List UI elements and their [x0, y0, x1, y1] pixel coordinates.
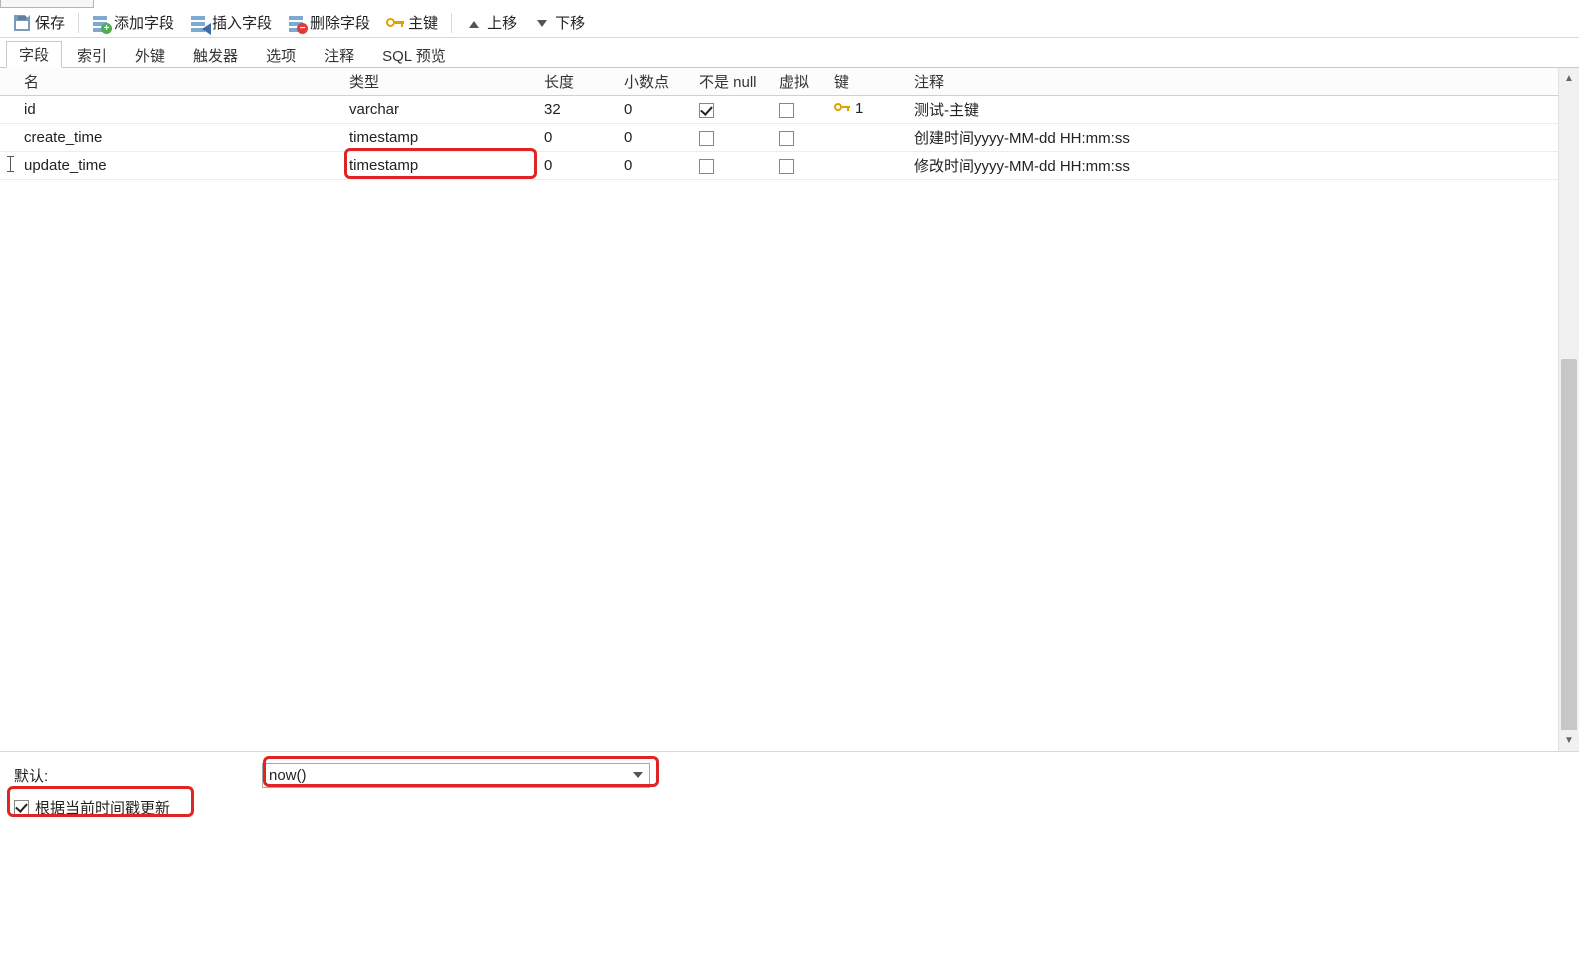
delete-field-label: 删除字段	[310, 12, 370, 33]
grid-header-row[interactable]: 名 类型 长度 小数点 不是 null 虚拟 键 注释	[0, 68, 1558, 96]
tab-indexes[interactable]: 索引	[64, 41, 120, 68]
col-comment[interactable]: 注释	[908, 68, 1558, 96]
object-tab-stub[interactable]	[0, 0, 94, 8]
cell-decimal[interactable]: 0	[618, 96, 693, 124]
key-icon	[386, 14, 404, 32]
key-icon	[834, 101, 852, 115]
virtual-checkbox[interactable]	[779, 131, 794, 146]
table-row[interactable]: idvarchar320 1 测试-主键	[0, 96, 1558, 124]
cell-length[interactable]: 32	[538, 96, 618, 124]
insert-field-label: 插入字段	[212, 12, 272, 33]
tab-comment[interactable]: 注释	[311, 41, 367, 68]
cell-comment[interactable]: 创建时间yyyy-MM-dd HH:mm:ss	[908, 124, 1558, 152]
cell-comment[interactable]: 修改时间yyyy-MM-dd HH:mm:ss	[908, 152, 1558, 180]
primary-key-indicator: 1	[834, 100, 863, 117]
cell-type[interactable]: timestamp	[343, 152, 538, 180]
edit-cursor-icon	[6, 156, 16, 172]
scroll-down-button[interactable]: ▼	[1559, 730, 1579, 751]
not-null-checkbox[interactable]	[699, 131, 714, 146]
not-null-checkbox[interactable]	[699, 103, 714, 118]
fields-grid[interactable]: 名 类型 长度 小数点 不是 null 虚拟 键 注释 idvarchar320…	[0, 68, 1558, 751]
add-field-icon: +	[92, 14, 110, 32]
add-field-button[interactable]: + 添加字段	[85, 10, 181, 36]
tab-sql-preview[interactable]: SQL 预览	[369, 41, 459, 68]
scroll-thumb[interactable]	[1561, 359, 1577, 759]
col-decimal[interactable]: 小数点	[618, 68, 693, 96]
designer-tabs: 字段 索引 外键 触发器 选项 注释 SQL 预览	[0, 38, 1579, 68]
move-down-button[interactable]: 下移	[526, 10, 592, 36]
col-key[interactable]: 键	[828, 68, 908, 96]
on-update-timestamp-checkbox[interactable]	[14, 800, 29, 815]
default-value-combo[interactable]: now()	[262, 763, 650, 788]
cell-name[interactable]: update_time	[18, 152, 343, 180]
default-value-text: now()	[269, 767, 307, 784]
scroll-up-button[interactable]: ▲	[1559, 68, 1579, 89]
not-null-checkbox[interactable]	[699, 159, 714, 174]
tab-options[interactable]: 选项	[253, 41, 309, 68]
vertical-scrollbar[interactable]: ▲ ▼	[1558, 68, 1579, 751]
on-update-timestamp-label: 根据当前时间戳更新	[35, 797, 170, 818]
col-length[interactable]: 长度	[538, 68, 618, 96]
table-row[interactable]: update_timetimestamp00修改时间yyyy-MM-dd HH:…	[0, 152, 1558, 180]
cell-length[interactable]: 0	[538, 124, 618, 152]
save-icon	[13, 14, 31, 32]
arrow-up-icon	[465, 14, 483, 32]
cell-type[interactable]: timestamp	[343, 124, 538, 152]
col-notnull[interactable]: 不是 null	[693, 68, 773, 96]
move-down-label: 下移	[555, 12, 585, 33]
col-virtual[interactable]: 虚拟	[773, 68, 828, 96]
move-up-label: 上移	[487, 12, 517, 33]
cell-key[interactable]	[828, 124, 908, 152]
delete-field-icon: −	[288, 14, 306, 32]
arrow-down-icon	[533, 14, 551, 32]
primary-key-label: 主键	[408, 12, 438, 33]
toolbar-separator	[78, 13, 79, 33]
cell-comment[interactable]: 测试-主键	[908, 96, 1558, 124]
key-order: 1	[855, 100, 863, 117]
cell-length[interactable]: 0	[538, 152, 618, 180]
tab-foreign-keys[interactable]: 外键	[122, 41, 178, 68]
chevron-down-icon	[633, 772, 643, 783]
cell-decimal[interactable]: 0	[618, 152, 693, 180]
save-button[interactable]: 保存	[6, 10, 72, 36]
cell-name[interactable]: create_time	[18, 124, 343, 152]
cell-type[interactable]: varchar	[343, 96, 538, 124]
field-properties-panel: 默认: now() 根据当前时间戳更新	[0, 751, 1579, 957]
insert-field-icon	[190, 14, 208, 32]
delete-field-button[interactable]: − 删除字段	[281, 10, 377, 36]
insert-field-button[interactable]: 插入字段	[183, 10, 279, 36]
primary-key-button[interactable]: 主键	[379, 10, 445, 36]
tab-fields[interactable]: 字段	[6, 41, 62, 68]
table-row[interactable]: create_timetimestamp00创建时间yyyy-MM-dd HH:…	[0, 124, 1558, 152]
move-up-button[interactable]: 上移	[458, 10, 524, 36]
save-label: 保存	[35, 12, 65, 33]
tab-triggers[interactable]: 触发器	[180, 41, 251, 68]
cell-key[interactable]	[828, 152, 908, 180]
toolbar-separator	[451, 13, 452, 33]
col-name[interactable]: 名	[18, 68, 343, 96]
default-label: 默认:	[14, 765, 254, 786]
virtual-checkbox[interactable]	[779, 159, 794, 174]
cell-key[interactable]: 1	[828, 96, 908, 124]
virtual-checkbox[interactable]	[779, 103, 794, 118]
toolbar: 保存 + 添加字段 插入字段 − 删除字段 主键 上移 下移	[0, 8, 1579, 38]
scroll-track[interactable]	[1559, 89, 1579, 730]
cell-name[interactable]: id	[18, 96, 343, 124]
col-type[interactable]: 类型	[343, 68, 538, 96]
cell-decimal[interactable]: 0	[618, 124, 693, 152]
add-field-label: 添加字段	[114, 12, 174, 33]
